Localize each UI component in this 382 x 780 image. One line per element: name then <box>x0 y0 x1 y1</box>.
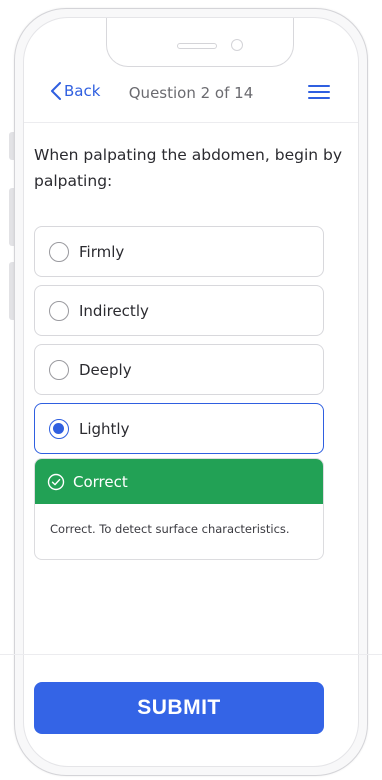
option-label: Lightly <box>79 419 130 438</box>
feedback-status: Correct <box>73 472 128 491</box>
top-navigation: Back Question 2 of 14 <box>24 78 358 114</box>
question-text: When palpating the abdomen, begin by pal… <box>34 146 343 190</box>
answer-option-deeply[interactable]: Deeply <box>34 344 324 395</box>
feedback-status-bar: Correct <box>35 459 323 504</box>
check-circle-icon <box>47 473 65 490</box>
answer-option-lightly[interactable]: Lightly <box>34 403 324 454</box>
radio-button[interactable] <box>49 300 69 321</box>
phone-notch <box>106 18 294 67</box>
feedback-message: Correct. To detect surface characteristi… <box>50 522 290 536</box>
radio-button[interactable] <box>49 359 69 380</box>
submit-button[interactable]: SUBMIT <box>34 682 324 734</box>
radio-button[interactable] <box>49 241 69 262</box>
option-label: Deeply <box>79 360 132 379</box>
hamburger-menu-icon <box>308 85 330 99</box>
option-label: Indirectly <box>79 301 149 320</box>
answer-option-indirectly[interactable]: Indirectly <box>34 285 324 336</box>
feedback-panel: Correct Correct. To detect surface chara… <box>34 458 324 560</box>
option-label: Firmly <box>79 242 125 261</box>
header-divider <box>24 122 358 123</box>
footer-divider <box>0 654 382 655</box>
speaker-grille <box>177 43 217 49</box>
radio-button-selected[interactable] <box>49 418 69 439</box>
camera-icon <box>231 39 243 51</box>
menu-button[interactable] <box>308 84 330 104</box>
answer-option-firmly[interactable]: Firmly <box>34 226 324 277</box>
